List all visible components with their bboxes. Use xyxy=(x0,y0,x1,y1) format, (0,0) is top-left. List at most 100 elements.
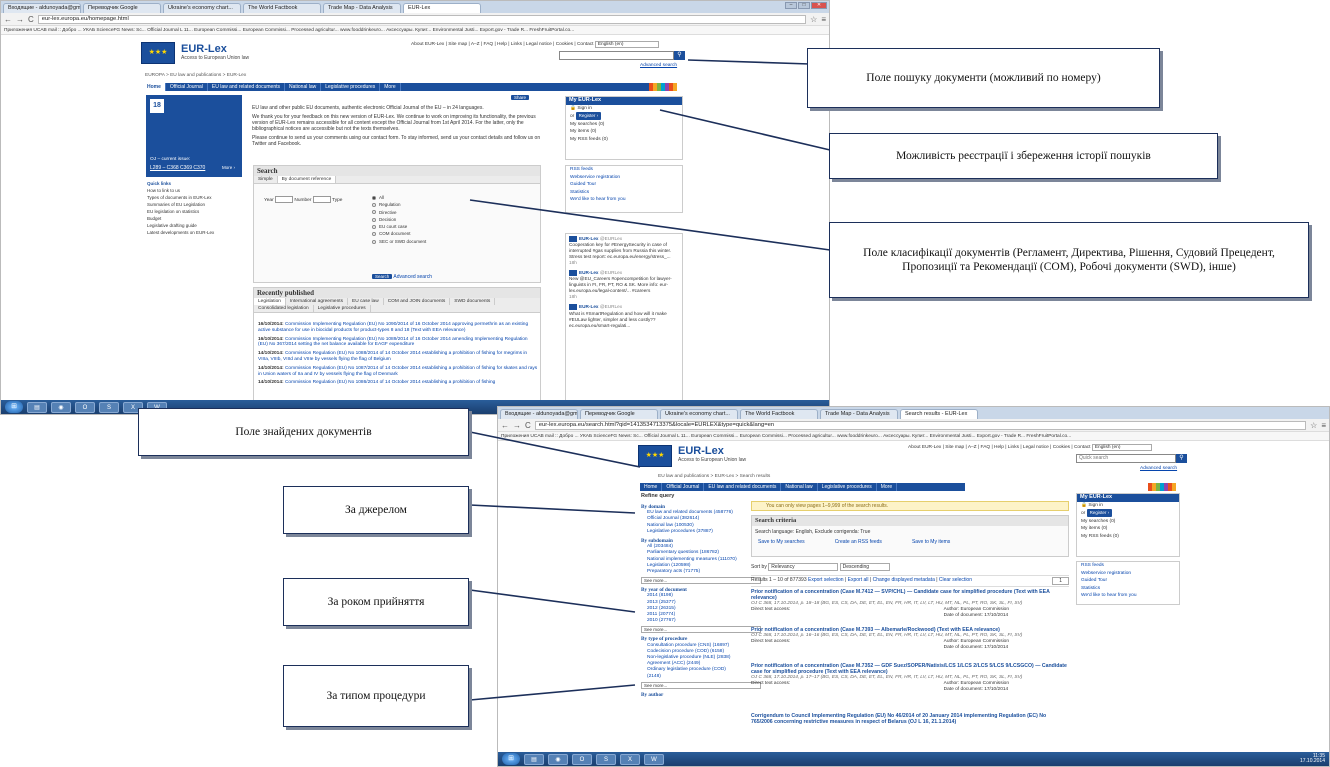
direct-access[interactable]: Direct text access: xyxy=(751,681,790,693)
explorer-icon[interactable]: ▤ xyxy=(27,401,47,413)
type-option[interactable]: SEC or SWD document xyxy=(372,238,426,245)
share-bar[interactable]: Share xyxy=(511,95,530,101)
my-rss[interactable]: My RSS feeds (0) xyxy=(566,136,682,144)
nav-eu-law[interactable]: EU law and related documents xyxy=(208,83,285,91)
quick-link[interactable]: EU legislation on statistics xyxy=(147,208,247,215)
my-searches[interactable]: My searches (0) xyxy=(1077,518,1179,526)
quick-link[interactable]: How to link to us xyxy=(147,187,247,194)
browser-tab[interactable]: Переводчик Google xyxy=(580,409,658,419)
skype-icon[interactable]: S xyxy=(99,401,119,413)
brand[interactable]: EUR-Lex Access to European Union law xyxy=(181,43,249,61)
chrome-icon[interactable]: ◉ xyxy=(51,401,71,413)
browser-tab[interactable]: Входящие - aldunoyada@gmail... xyxy=(3,3,81,13)
register-button[interactable]: Register › xyxy=(1086,509,1113,517)
address-bar[interactable]: eur-lex.europa.eu/homepage.html xyxy=(37,14,807,24)
type-option[interactable]: COM document xyxy=(372,230,426,237)
search-icon[interactable]: ⚲ xyxy=(674,51,685,60)
table-row[interactable]: Prior notification of a concentration (C… xyxy=(751,589,1069,619)
nav-legislative-procedures[interactable]: Legislative procedures xyxy=(818,483,877,491)
page-input[interactable]: 1 xyxy=(1052,577,1069,585)
excel-icon[interactable]: X xyxy=(620,753,640,765)
browser-tab[interactable]: Ukraine's economy chart... xyxy=(660,409,738,419)
table-row[interactable]: Prior notification of a concentration (C… xyxy=(751,663,1069,693)
list-item[interactable]: 16/10/2014: Commission Implementing Regu… xyxy=(258,337,538,349)
close-icon[interactable]: ✕ xyxy=(811,2,827,9)
tab-simple[interactable]: Simple xyxy=(254,176,278,183)
see-more-select[interactable]: See more... xyxy=(641,577,761,585)
advanced-search-link[interactable]: Advanced search xyxy=(640,63,677,68)
tweet[interactable]: EUR-Lex @EURLex What is #SmartRegulation… xyxy=(569,304,679,328)
nav-more[interactable]: More xyxy=(380,83,401,91)
nav-national-law[interactable]: National law xyxy=(285,83,322,91)
outlook-icon[interactable]: O xyxy=(572,753,592,765)
statistics-link[interactable]: Statistics xyxy=(566,189,682,197)
list-item[interactable]: 16/10/2014: Commission Implementing Regu… xyxy=(258,322,538,334)
nav-legislative-procedures[interactable]: Legislative procedures xyxy=(321,83,381,91)
tweet[interactable]: EUR-Lex @EURLex Cooperation key for #Ene… xyxy=(569,236,679,266)
language-select[interactable]: English (en) xyxy=(1091,444,1152,451)
tab-intl-agreements[interactable]: International agreements xyxy=(286,298,349,305)
see-more-select[interactable]: See more... xyxy=(641,681,761,689)
type-option[interactable]: Directive xyxy=(372,209,426,216)
guided-tour-link[interactable]: Guided Tour xyxy=(566,181,682,189)
advanced-search-link[interactable]: Advanced search xyxy=(393,274,432,280)
webservice-link[interactable]: Webservice registration xyxy=(566,174,682,182)
guided-tour-link[interactable]: Guided Tour xyxy=(1077,577,1179,585)
direct-access[interactable]: Direct text access: xyxy=(751,607,790,619)
breadcrumb[interactable]: EU law and publications > EUR-Lex > Sear… xyxy=(658,474,770,479)
eu-flag-icon[interactable]: ★★★ xyxy=(141,42,175,64)
star-icon[interactable]: ☆ xyxy=(1310,421,1317,430)
facet-link[interactable]: Consultation procedure (CNS) (16897) xyxy=(641,643,741,649)
tab-swd[interactable]: SWD documents xyxy=(450,298,496,305)
maximize-icon[interactable]: □ xyxy=(798,2,810,9)
skype-icon[interactable]: S xyxy=(596,753,616,765)
browser-tab-active[interactable]: EUR-Lex xyxy=(403,3,481,13)
facet-link[interactable]: Ordinary legislative procedure (COD) (21… xyxy=(641,667,741,679)
browser-tab[interactable]: The World Factbook xyxy=(243,3,321,13)
nav-official-journal[interactable]: Official Journal xyxy=(662,483,705,491)
save-items-button[interactable]: Save to My items xyxy=(912,539,950,545)
top-links-text[interactable]: About EUR-Lex | Site map | A–Z | FAQ | H… xyxy=(411,42,593,47)
export-all[interactable]: Export all xyxy=(848,577,869,583)
brand[interactable]: EUR-Lex Access to European Union law xyxy=(678,445,746,463)
browser-tab[interactable]: Trade Map - Data Analysis xyxy=(323,3,401,13)
reload-icon[interactable]: C xyxy=(28,15,34,24)
back-icon[interactable]: ← xyxy=(4,15,12,24)
eu-flag-icon[interactable]: ★★★ xyxy=(638,445,672,467)
my-searches[interactable]: My searches (0) xyxy=(566,121,682,129)
star-icon[interactable]: ☆ xyxy=(810,15,817,24)
table-row[interactable]: Corrigendum to Council Implementing Regu… xyxy=(751,713,1069,725)
nav-home[interactable]: Home xyxy=(640,483,663,491)
start-button[interactable]: ⊞ xyxy=(502,753,520,765)
facet-link[interactable]: Legislative procedures (37887) xyxy=(641,529,741,535)
webservice-link[interactable]: Webservice registration xyxy=(1077,570,1179,578)
explorer-icon[interactable]: ▤ xyxy=(524,753,544,765)
feedback-link[interactable]: We'd like to hear from you xyxy=(566,196,682,204)
facet-link[interactable]: Preparatory acts (71775) xyxy=(641,569,741,575)
tab-by-reference[interactable]: By document reference xyxy=(277,176,337,183)
search-button[interactable]: Search xyxy=(372,274,393,279)
quick-link[interactable]: Latest developments on EUR-Lex xyxy=(147,229,247,236)
year-input[interactable] xyxy=(275,196,294,203)
bookmarks-bar[interactable]: Приложения UCAB mail :: Добро ... УКАБ S… xyxy=(498,432,1329,441)
nav-eu-law[interactable]: EU law and related documents xyxy=(704,483,782,491)
start-button[interactable]: ⊞ xyxy=(5,401,23,413)
breadcrumb[interactable]: EUROPA > EU law and publications > EUR-L… xyxy=(145,73,246,78)
export-selection[interactable]: Export selection xyxy=(808,577,844,583)
top-links[interactable]: About EUR-Lex | Site map | A–Z | FAQ | H… xyxy=(411,41,659,48)
search-input[interactable] xyxy=(559,51,674,60)
create-rss-button[interactable]: Create an RSS feeds xyxy=(835,539,882,545)
bookmarks-bar[interactable]: Приложения UCAB mail :: Добро ... УКАБ S… xyxy=(1,26,829,35)
browser-tab[interactable]: Переводчик Google xyxy=(83,3,161,13)
clock[interactable]: 11:35 17.10.2014 xyxy=(1300,754,1325,764)
top-links-text[interactable]: About EUR-Lex | Site map | A–Z | FAQ | H… xyxy=(908,445,1090,450)
tab-case-law[interactable]: EU case law xyxy=(348,298,384,305)
quick-link[interactable]: Summaries of EU Legislation xyxy=(147,201,247,208)
browser-tab-active[interactable]: Search results - EUR-Lex xyxy=(900,409,978,419)
number-input[interactable] xyxy=(312,196,331,203)
direct-access[interactable]: Direct text access: xyxy=(751,639,790,651)
list-item[interactable]: 14/10/2014: Commission Regulation (EU) N… xyxy=(258,366,538,378)
change-metadata[interactable]: Change displayed metadata xyxy=(873,577,935,583)
menu-icon[interactable]: ≡ xyxy=(1321,421,1326,430)
quick-link[interactable]: Legislative drafting guide xyxy=(147,222,247,229)
